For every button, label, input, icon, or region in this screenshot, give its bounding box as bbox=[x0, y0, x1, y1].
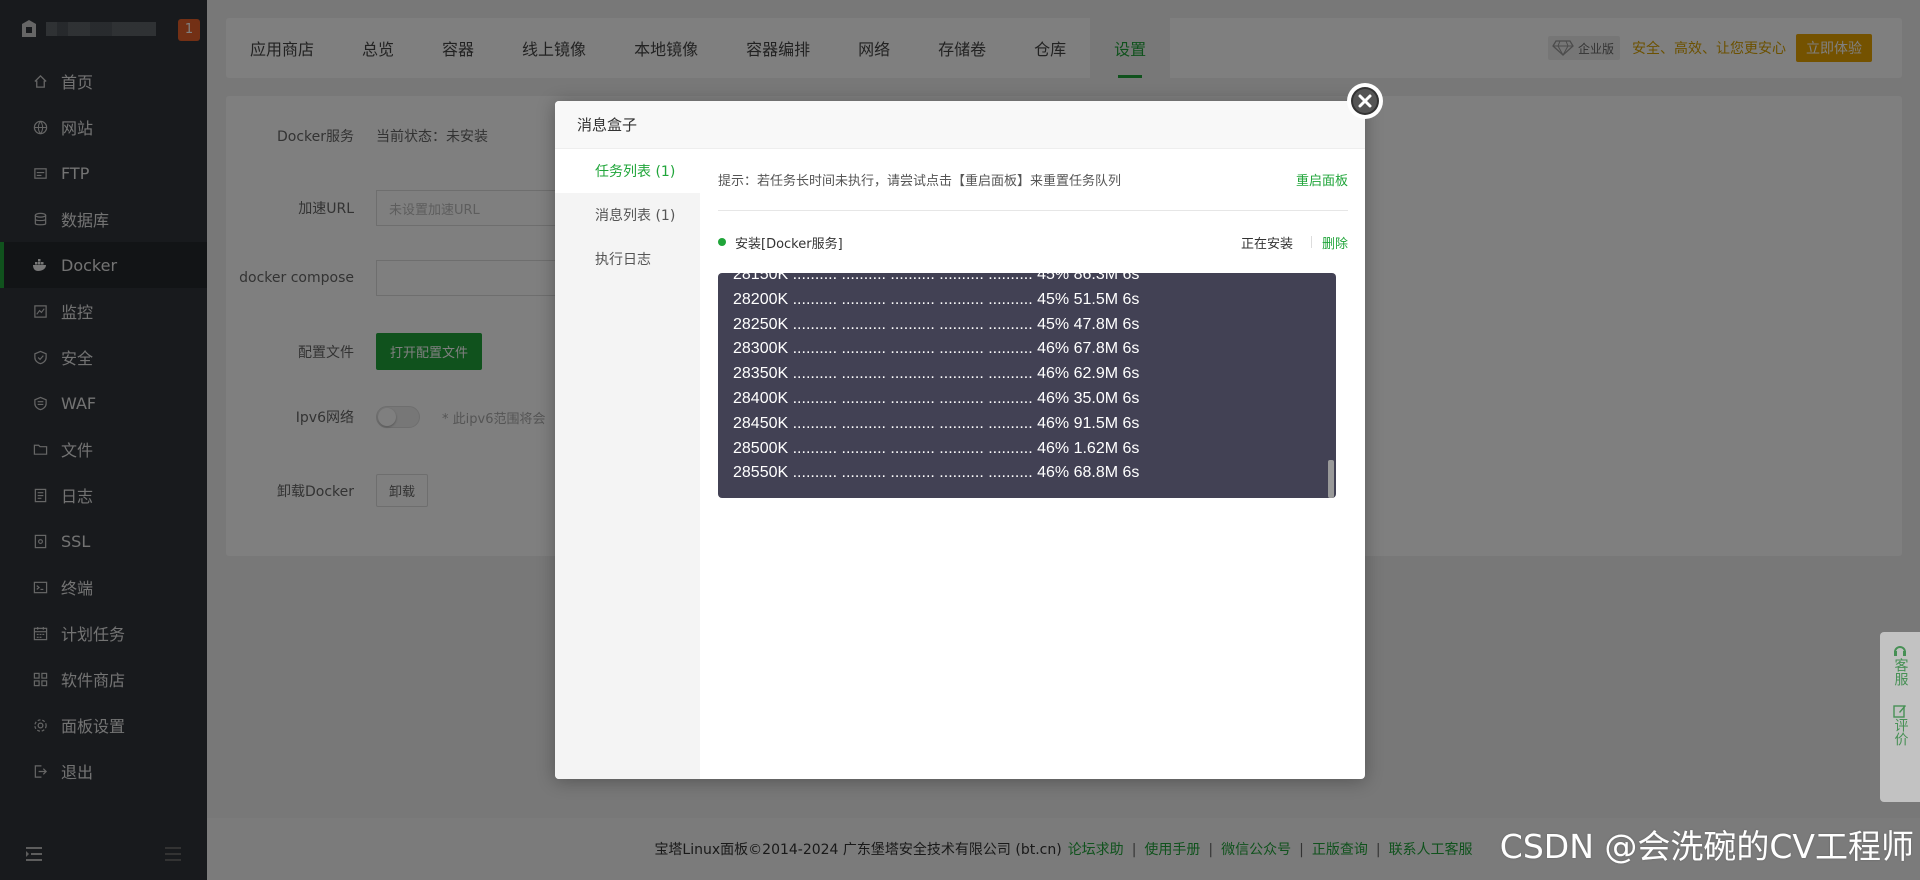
console-line: 28300K .......... .......... .......... … bbox=[733, 340, 1140, 358]
customer-service-label: 客服 bbox=[1892, 658, 1909, 686]
divider bbox=[1310, 236, 1312, 248]
message-box-modal: 消息盒子 任务列表 (1) 消息列表 (1) 执行日志 提示：若任务长时间未执行，请… bbox=[555, 83, 1383, 779]
console-scrollbar[interactable] bbox=[1328, 460, 1334, 498]
task-queue-tip: 提示：若任务长时间未执行，请尝试点击【重启面板】来重置任务队列 bbox=[718, 174, 1122, 189]
console-line: 28350K .......... .......... .......... … bbox=[733, 365, 1140, 383]
close-icon bbox=[1351, 87, 1379, 115]
console-line: 28450K .......... .......... .......... … bbox=[733, 414, 1140, 432]
task-name: 安装[Docker服务] bbox=[735, 236, 843, 252]
headset-icon bbox=[1894, 646, 1906, 656]
console-lines: 28150K .......... .......... .......... … bbox=[733, 273, 1139, 486]
console-line: 28400K .......... .......... .......... … bbox=[733, 389, 1140, 407]
modal-title: 消息盒子 bbox=[577, 116, 638, 134]
status-dot-icon bbox=[718, 238, 726, 246]
restart-panel-link[interactable]: 重启面板 bbox=[1296, 170, 1348, 189]
edit-icon bbox=[1893, 705, 1906, 718]
csdn-watermark: CSDN @会洗碗的CV工程师 bbox=[1499, 827, 1914, 866]
modal-tab-list: 任务列表 (1) 消息列表 (1) 执行日志 bbox=[555, 149, 700, 779]
modal-tab-2[interactable]: 执行日志 bbox=[555, 237, 700, 281]
task-status: 正在安装 bbox=[1240, 236, 1293, 252]
console-line: 28250K .......... .......... .......... … bbox=[733, 315, 1140, 333]
console-line: 28500K .......... .......... .......... … bbox=[733, 439, 1140, 457]
review-button[interactable]: 评价 bbox=[1892, 704, 1909, 746]
task-row: 安装[Docker服务] 正在安装 删除 bbox=[718, 211, 1348, 273]
console-line: 28200K .......... .......... .......... … bbox=[733, 290, 1140, 308]
tip-row: 提示：若任务长时间未执行，请尝试点击【重启面板】来重置任务队列 重启面板 bbox=[718, 149, 1348, 211]
modal-close-button[interactable] bbox=[1347, 83, 1383, 119]
customer-service-button[interactable]: 客服 bbox=[1892, 644, 1909, 686]
modal-header: 消息盒子 bbox=[555, 101, 1365, 149]
side-float-panel: 客服 评价 bbox=[1880, 632, 1920, 802]
console-line: 28550K .......... .......... .......... … bbox=[733, 464, 1140, 482]
install-log-console[interactable]: 28150K .......... .......... .......... … bbox=[718, 273, 1336, 498]
delete-task-link[interactable]: 删除 bbox=[1322, 233, 1348, 252]
modal-tab-1[interactable]: 消息列表 (1) bbox=[555, 193, 700, 237]
console-line: 28150K .......... .......... .......... … bbox=[733, 273, 1140, 283]
modal-tab-0[interactable]: 任务列表 (1) bbox=[555, 149, 700, 193]
task-list-panel: 提示：若任务长时间未执行，请尝试点击【重启面板】来重置任务队列 重启面板 安装[… bbox=[718, 149, 1348, 498]
review-label: 评价 bbox=[1892, 718, 1909, 746]
